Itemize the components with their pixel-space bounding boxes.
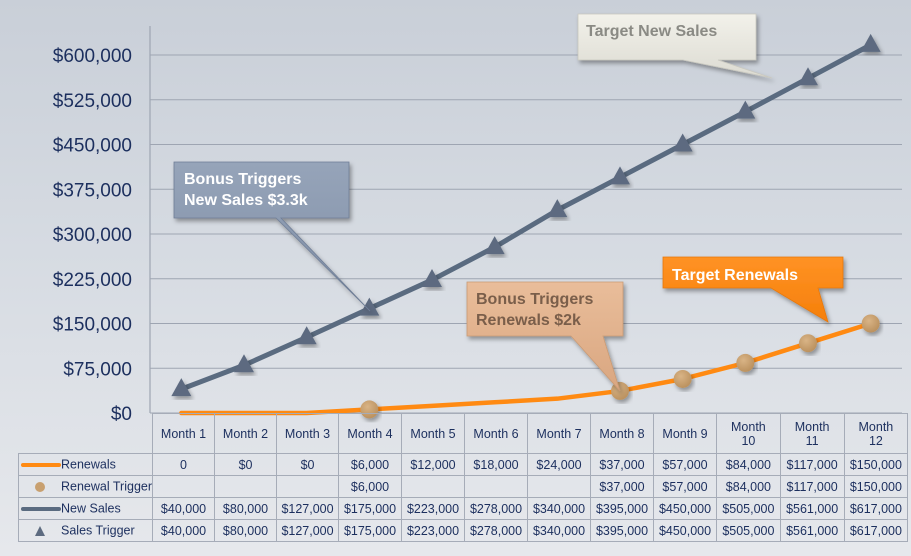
callout-target-new-sales-text: Target New Sales xyxy=(586,23,717,40)
y-tick-label: $225,000 xyxy=(53,270,132,291)
table-cell: $18,000 xyxy=(464,453,529,476)
column-header: Month 6 xyxy=(464,413,529,454)
table-cell: $223,000 xyxy=(401,497,466,520)
callout-target-renewals-text: Target Renewals xyxy=(672,267,798,284)
data-table: Month 1 Month 2 Month 3 Month 4 Month 5 … xyxy=(17,413,909,542)
column-header: Month 4 xyxy=(338,413,403,454)
table-cell: $505,000 xyxy=(716,497,781,520)
table-cell: $40,000 xyxy=(152,497,216,520)
table-cell: $340,000 xyxy=(527,519,592,542)
table-cell: $84,000 xyxy=(716,453,781,476)
table-cell: $395,000 xyxy=(590,497,655,520)
table-cell: $175,000 xyxy=(338,519,403,542)
column-header: Month 8 xyxy=(590,413,655,454)
column-header: Month 7 xyxy=(527,413,592,454)
table-cell: $278,000 xyxy=(464,519,529,542)
y-tick-label: $450,000 xyxy=(53,136,132,157)
table-cell: $80,000 xyxy=(214,497,278,520)
table-cell: $40,000 xyxy=(152,519,216,542)
callout-bonus-new-sales-line1: Bonus Triggers xyxy=(184,171,301,188)
table-cell: $561,000 xyxy=(779,519,845,542)
callout-bonus-renewals-line1: Bonus Triggers xyxy=(476,291,593,308)
table-row: Renewal Trigger $6,000 $37,000 $57,000 $84,0… xyxy=(17,475,909,498)
table-cell: $37,000 xyxy=(590,453,655,476)
table-cell: $175,000 xyxy=(338,497,403,520)
table-cell: $450,000 xyxy=(653,497,718,520)
legend-line-orange-icon xyxy=(19,459,61,471)
row-label-text: Renewals xyxy=(61,457,116,472)
y-axis-ticks: $0$75,000$150,000$225,000$300,000$375,00… xyxy=(53,46,132,425)
row-label-text: New Sales xyxy=(61,501,121,516)
row-label: New Sales xyxy=(17,497,154,520)
table-cell: $340,000 xyxy=(527,497,592,520)
callout-bonus-renewals-line2: Renewals $2k xyxy=(476,312,581,329)
table-cell: $57,000 xyxy=(653,475,718,498)
table-cell: $150,000 xyxy=(843,475,909,498)
callout-bonus-new-sales-line2: New Sales $3.3k xyxy=(184,192,308,209)
table-cell: $0 xyxy=(276,453,340,476)
y-tick-label: $150,000 xyxy=(53,315,132,336)
table-cell: $150,000 xyxy=(843,453,909,476)
table-cell: $12,000 xyxy=(401,453,466,476)
table-cell xyxy=(527,475,592,498)
table-cell: $0 xyxy=(214,453,278,476)
table-row: Renewals 0 $0 $0 $6,000 $12,000 $18,000 $24,000… xyxy=(17,453,909,476)
column-header: Month 9 xyxy=(653,413,718,454)
table-cell: $223,000 xyxy=(401,519,466,542)
table-cell xyxy=(214,475,278,498)
legend-triangle-icon xyxy=(19,525,61,537)
table-cell: $505,000 xyxy=(716,519,781,542)
table-cell xyxy=(401,475,466,498)
row-label-text: Sales Trigger xyxy=(61,523,135,538)
table-cell: $117,000 xyxy=(779,475,845,498)
marker-renewal-trigger xyxy=(861,314,880,333)
column-header: Month 5 xyxy=(401,413,466,454)
y-tick-label: $300,000 xyxy=(53,225,132,246)
table-cell xyxy=(276,475,340,498)
table-header-row: Month 1 Month 2 Month 3 Month 4 Month 5 … xyxy=(18,413,909,454)
legend-line-gray-icon xyxy=(19,503,61,515)
table-row: Sales Trigger $40,000 $80,000 $127,000 $175,… xyxy=(17,519,909,542)
column-header: Month 1 xyxy=(152,413,216,454)
row-label-text: Renewal Trigger xyxy=(61,479,153,494)
row-label: Renewal Trigger xyxy=(17,475,154,498)
y-tick-label: $375,000 xyxy=(53,180,132,201)
column-header: Month 2 xyxy=(214,413,278,454)
table-corner xyxy=(18,413,154,454)
table-cell xyxy=(152,475,216,498)
column-header: Month 12 xyxy=(843,413,909,454)
y-tick-label: $75,000 xyxy=(63,359,132,380)
table-cell xyxy=(464,475,529,498)
table-cell: $6,000 xyxy=(338,453,403,476)
legend-circle-icon xyxy=(19,481,61,493)
table-cell: $24,000 xyxy=(527,453,592,476)
y-tick-label: $600,000 xyxy=(53,46,132,67)
table-cell: $127,000 xyxy=(276,519,340,542)
column-header: Month 11 xyxy=(779,413,845,454)
table-cell: $84,000 xyxy=(716,475,781,498)
y-tick-label: $525,000 xyxy=(53,91,132,112)
table-cell: $80,000 xyxy=(214,519,278,542)
table-cell: $450,000 xyxy=(653,519,718,542)
column-header: Month 10 xyxy=(716,413,781,454)
table-cell: $6,000 xyxy=(338,475,403,498)
table-cell: $57,000 xyxy=(653,453,718,476)
table-cell: 0 xyxy=(152,453,216,476)
row-label: Sales Trigger xyxy=(17,519,154,542)
table-cell: $37,000 xyxy=(590,475,655,498)
column-header: Month 3 xyxy=(276,413,340,454)
table-cell: $395,000 xyxy=(590,519,655,542)
row-label: Renewals xyxy=(17,453,154,476)
table-cell: $561,000 xyxy=(779,497,845,520)
marker-renewal-trigger xyxy=(799,334,817,353)
table-row: New Sales $40,000 $80,000 $127,000 $175,000 $… xyxy=(17,497,909,520)
table-cell: $278,000 xyxy=(464,497,529,520)
table-cell: $127,000 xyxy=(276,497,340,520)
marker-renewal-trigger xyxy=(673,369,692,388)
table-cell: $117,000 xyxy=(779,453,845,476)
marker-sales-trigger xyxy=(860,33,881,52)
table-cell: $617,000 xyxy=(843,497,909,520)
marker-renewal-trigger xyxy=(736,353,755,372)
table-cell: $617,000 xyxy=(843,519,909,542)
